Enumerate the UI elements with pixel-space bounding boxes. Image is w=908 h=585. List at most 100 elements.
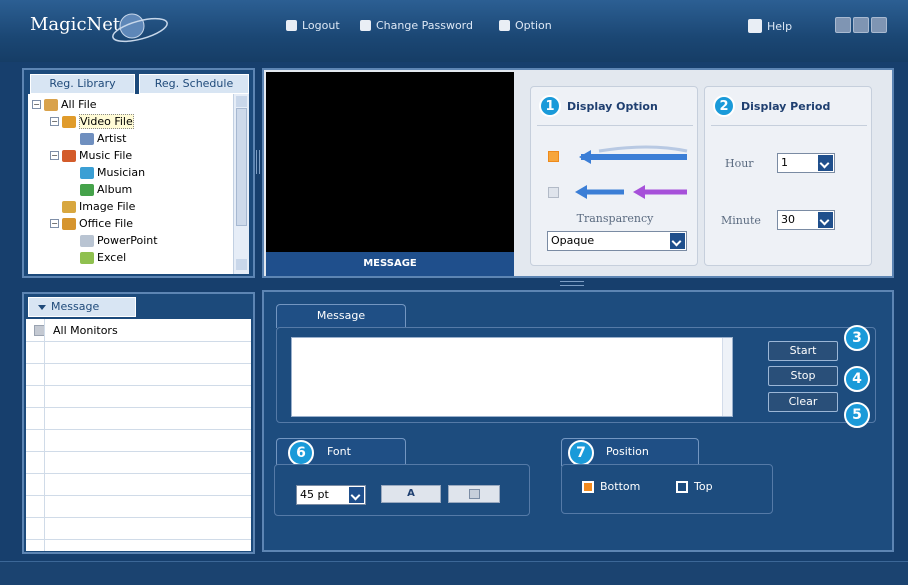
change-password-label: Change Password <box>376 19 473 32</box>
list-item[interactable]: All Monitors <box>26 319 251 341</box>
slide-option-checkbox[interactable] <box>548 187 559 198</box>
tree-item-label: Album <box>97 183 133 196</box>
logout-link[interactable]: Logout <box>286 19 340 32</box>
tree-item[interactable]: − Music File <box>50 147 132 164</box>
scroll-down-icon[interactable] <box>236 259 247 270</box>
tree-item-label: Excel <box>97 251 127 264</box>
message-list-tab[interactable]: Message <box>28 297 136 317</box>
tree-item[interactable]: Album <box>68 181 132 198</box>
maximize-button[interactable] <box>853 17 869 33</box>
tree-item-label: Artist <box>97 132 127 145</box>
logout-label: Logout <box>302 19 340 32</box>
tree-item[interactable]: − Video File <box>50 113 134 130</box>
position-bottom-option[interactable]: Bottom <box>582 480 640 493</box>
folder-icon <box>62 115 76 128</box>
step-badge-2: 2 <box>713 95 735 117</box>
message-settings-panel: Message Start 3 Stop 4 Clear 5 Font 6 45… <box>262 290 894 552</box>
minute-value: 30 <box>781 213 795 226</box>
option-link[interactable]: Option <box>499 19 552 32</box>
step-badge-7: 7 <box>568 440 594 466</box>
chevron-down-icon[interactable] <box>348 486 365 504</box>
tree-scrollbar[interactable] <box>233 94 249 274</box>
scroll-option-checkbox[interactable] <box>548 151 559 162</box>
display-option-title: Display Option <box>567 100 658 113</box>
folder-icon <box>62 149 76 162</box>
tree-item-label: Video File <box>79 114 134 129</box>
font-size-select[interactable]: 45 pt <box>296 485 366 505</box>
font-title: Font <box>327 445 351 458</box>
textarea-scrollbar[interactable] <box>722 338 732 416</box>
transparency-select[interactable]: Opaque <box>547 231 687 251</box>
expand-toggle-icon[interactable]: − <box>50 219 59 228</box>
tree-item[interactable]: Excel <box>68 249 126 266</box>
tree-item[interactable]: Musician <box>68 164 145 181</box>
step-badge-5: 5 <box>844 402 870 428</box>
chevron-down-icon[interactable] <box>817 211 834 229</box>
top-radio[interactable] <box>676 480 688 493</box>
expand-toggle-icon[interactable]: − <box>50 151 59 160</box>
folder-icon <box>80 251 94 264</box>
message-list-tab-label: Message <box>51 300 100 313</box>
change-password-link[interactable]: Change Password <box>360 19 473 32</box>
font-bold-button[interactable]: A <box>381 485 441 503</box>
message-editor-tab[interactable]: Message <box>276 304 406 328</box>
step-badge-6: 6 <box>288 440 314 466</box>
position-top-option[interactable]: Top <box>676 480 713 493</box>
tree-item-label: Music File <box>79 149 133 162</box>
tree-item[interactable]: PowerPoint <box>68 232 158 249</box>
hour-select[interactable]: 1 <box>777 153 835 173</box>
folder-icon <box>80 132 94 145</box>
slide-arrows-icon <box>575 185 687 199</box>
help-link[interactable]: Help <box>748 19 792 33</box>
hour-value: 1 <box>781 156 788 169</box>
folder-icon <box>80 166 94 179</box>
chevron-down-icon[interactable] <box>817 154 834 172</box>
tree-item[interactable]: Artist <box>68 130 126 147</box>
transparency-value: Opaque <box>551 234 595 247</box>
font-group: 45 pt A <box>274 464 530 516</box>
transparency-label: Transparency <box>576 212 654 225</box>
folder-icon <box>80 183 94 196</box>
refresh-icon <box>360 20 371 31</box>
preview-panel: MESSAGE 1 Display Option Transparency Op… <box>262 68 894 278</box>
help-icon <box>748 19 762 33</box>
step-badge-4: 4 <box>844 366 870 392</box>
tree-item-label: Musician <box>97 166 146 179</box>
tree-item[interactable]: Image File <box>50 198 135 215</box>
close-button[interactable] <box>871 17 887 33</box>
tree-item-label: Office File <box>79 217 134 230</box>
tree-item-label: PowerPoint <box>97 234 158 247</box>
tab-reg-library[interactable]: Reg. Library <box>30 74 135 94</box>
expand-toggle-icon[interactable]: − <box>50 117 59 126</box>
bottom-radio[interactable] <box>582 480 594 493</box>
font-size-value: 45 pt <box>300 488 329 501</box>
horizontal-splitter[interactable] <box>560 281 584 286</box>
display-option-panel: 1 Display Option Transparency Opaque <box>530 86 698 266</box>
clear-button[interactable]: Clear <box>768 392 838 412</box>
preview-label: MESSAGE <box>266 252 514 276</box>
scroll-thumb[interactable] <box>236 108 247 226</box>
message-textarea[interactable] <box>291 337 733 417</box>
bottom-label: Bottom <box>600 480 641 493</box>
message-list-panel: Message All Monitors <box>22 292 255 554</box>
step-badge-3: 3 <box>844 325 870 351</box>
minute-select[interactable]: 30 <box>777 210 835 230</box>
scroll-up-icon[interactable] <box>236 96 247 107</box>
display-period-panel: 2 Display Period Hour 1 Minute 30 <box>704 86 872 266</box>
library-panel: Reg. Library Reg. Schedule − All File − Vid… <box>22 68 255 278</box>
chevron-down-icon[interactable] <box>669 232 686 250</box>
list-item-label: All Monitors <box>53 323 118 337</box>
tab-reg-schedule[interactable]: Reg. Schedule <box>139 74 249 94</box>
start-button[interactable]: Start <box>768 341 838 361</box>
minimize-button[interactable] <box>835 17 851 33</box>
font-color-button[interactable] <box>448 485 500 503</box>
tree-item-label: Image File <box>79 200 136 213</box>
tree-item[interactable]: − All File <box>32 96 97 113</box>
vertical-splitter[interactable] <box>256 150 260 174</box>
file-tree: − All File − Video File Artist − Music File Mus… <box>28 94 249 274</box>
top-label: Top <box>694 480 713 493</box>
stop-button[interactable]: Stop <box>768 366 838 386</box>
expand-toggle-icon[interactable]: − <box>32 100 41 109</box>
tree-item[interactable]: − Office File <box>50 215 133 232</box>
folder-icon <box>62 200 76 213</box>
